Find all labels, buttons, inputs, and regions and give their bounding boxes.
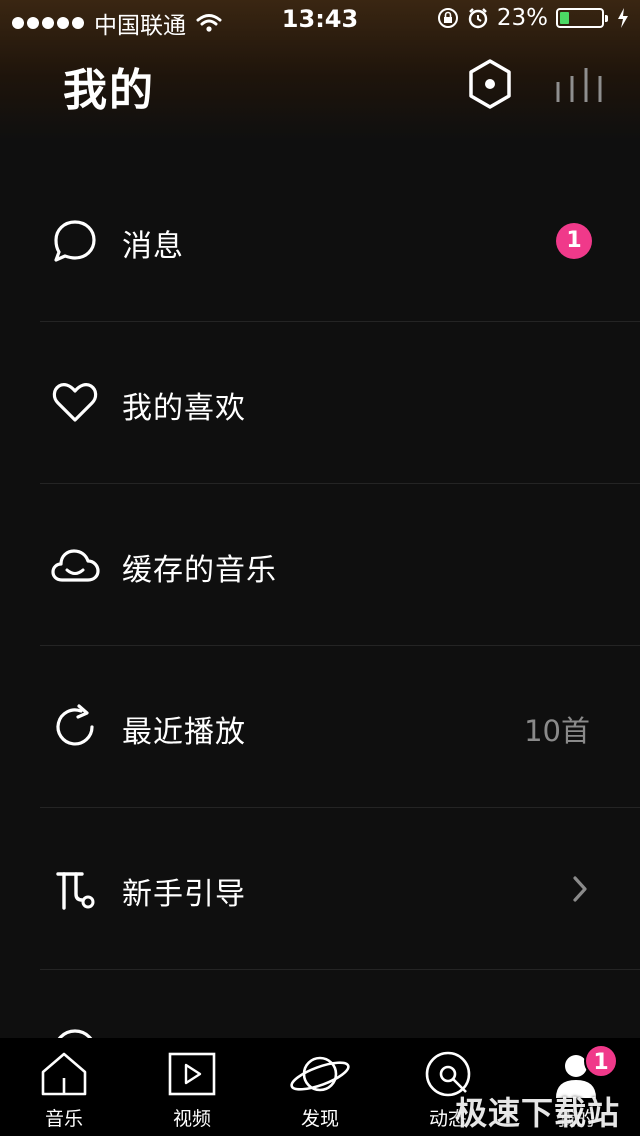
menu-item-guide[interactable]: 新手引导	[0, 808, 640, 970]
menu-item-cached-music[interactable]: 缓存的音乐	[0, 484, 640, 646]
watermark: 极速下载站	[454, 1094, 620, 1132]
heart-icon	[52, 383, 98, 422]
menu-list: 消息 1 我的喜欢 缓存的音乐 最近播放 10首 新手引导	[0, 160, 640, 970]
battery-icon	[556, 8, 608, 28]
menu-item-label: 消息	[122, 229, 184, 264]
tab-label: 发现	[300, 1108, 339, 1130]
menu-item-partial[interactable]	[0, 1010, 640, 1040]
tab-music[interactable]: 音乐	[0, 1038, 128, 1136]
menu-item-label: 新手引导	[122, 877, 246, 912]
message-count-badge: 1	[556, 223, 592, 259]
status-right: 23%	[437, 5, 630, 31]
cloud-icon	[51, 549, 100, 582]
tab-label: 视频	[172, 1108, 211, 1130]
menu-item-messages[interactable]: 消息 1	[0, 160, 640, 322]
rotation-lock-icon	[437, 8, 458, 28]
refresh-icon	[56, 704, 94, 746]
menu-item-label: 最近播放	[122, 715, 246, 750]
message-bubble-icon	[54, 220, 96, 262]
alarm-icon	[468, 8, 488, 29]
guide-icon	[56, 872, 95, 910]
menu-item-recent-plays[interactable]: 最近播放 10首	[0, 646, 640, 808]
status-bar: 中国联通 13:43 23%	[0, 0, 640, 40]
settings-hexagon-icon[interactable]	[466, 58, 514, 110]
battery-fill	[560, 12, 570, 24]
battery-percent: 23%	[496, 5, 548, 31]
tab-label: 音乐	[44, 1108, 83, 1130]
planet-icon	[290, 1056, 350, 1092]
menu-item-label: 缓存的音乐	[122, 553, 277, 588]
tab-discover[interactable]: 发现	[256, 1038, 384, 1136]
tab-video[interactable]: 视频	[128, 1038, 256, 1136]
equalizer-bars-icon[interactable]	[554, 66, 606, 104]
page-title: 我的	[63, 65, 155, 116]
menu-item-label: 我的喜欢	[122, 391, 246, 426]
charging-icon	[618, 8, 628, 28]
chevron-right-icon	[573, 876, 587, 902]
header: 我的	[0, 40, 640, 130]
home-icon	[41, 1052, 87, 1096]
mine-badge: 1	[584, 1044, 618, 1078]
video-play-icon	[168, 1052, 216, 1096]
divider	[40, 969, 640, 970]
menu-item-favorites[interactable]: 我的喜欢	[0, 322, 640, 484]
recent-count: 10首	[524, 714, 590, 748]
